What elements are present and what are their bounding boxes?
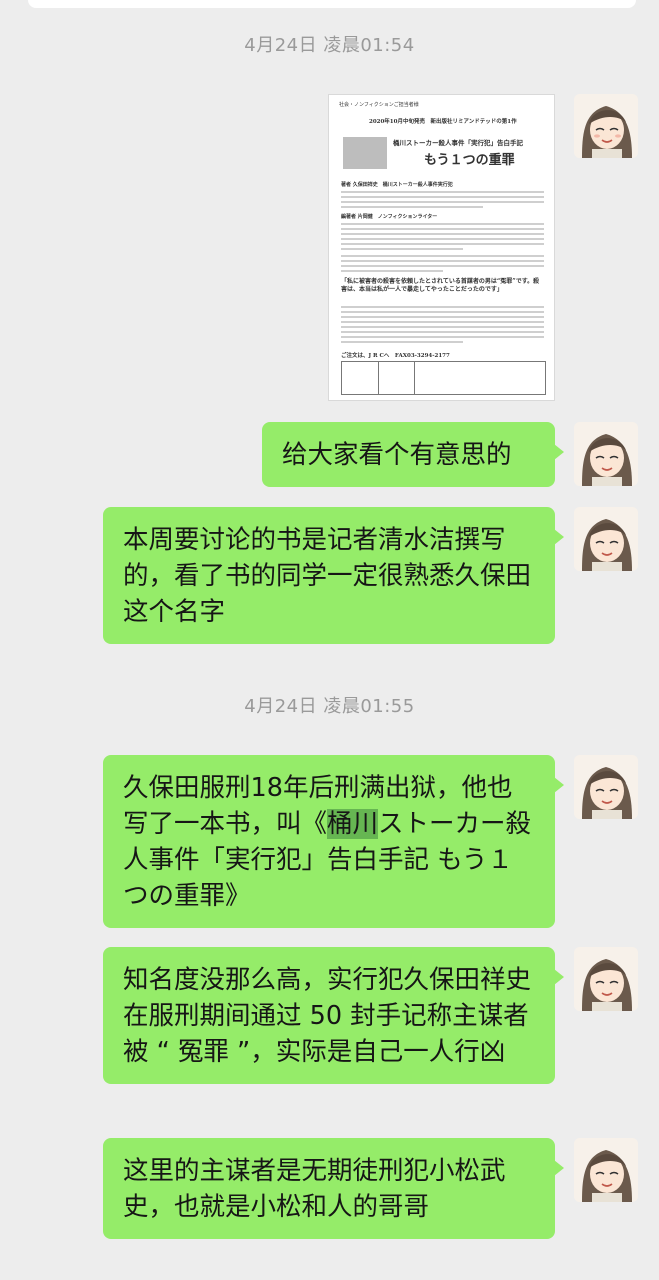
flyer-release: 2020年10月中旬発売 新出版社リミアンドテッドの第1作 [369, 119, 517, 125]
flyer-subtitle: 桶川ストーカー殺人事件「実行犯」告白手記 [393, 139, 523, 147]
previous-message-bubble[interactable] [28, 0, 636, 8]
flyer-editor: 編著者 片岡健 ノンフィクションライター [341, 214, 438, 220]
avatar[interactable] [574, 755, 638, 819]
avatar[interactable] [574, 1138, 638, 1202]
flyer-quote: 「私に被害者の殺害を依頼したとされている首謀者の男は“冤罪”です。殺害は、本当は… [341, 278, 540, 293]
flyer-order: ご注文は、J R Cへ FAX03-3294-2177 [341, 353, 450, 359]
timestamp: 4月24日 凌晨01:54 [244, 35, 415, 56]
user-avatar-icon [574, 755, 638, 819]
chat-message[interactable]: 知名度没那么高，实行犯久保田祥史在服刑期间通过 50 封手记称主谋者被 “ 冤罪… [103, 947, 564, 1084]
flyer-order-form [341, 361, 546, 395]
user-avatar-icon [574, 507, 638, 571]
user-avatar-icon [574, 947, 638, 1011]
flyer-title: もう１つの重罪 [424, 153, 515, 168]
chat-message[interactable]: 久保田服刑18年后刑满出狱，他也写了一本书，叫《桶川ストーカー殺人事件「実行犯」… [103, 755, 564, 928]
chat-message[interactable]: 本周要讨论的书是记者清水洁撰写的，看了书的同学一定很熟悉久保田这个名字 [103, 507, 564, 644]
chat-message[interactable]: 这里的主谋者是无期徒刑犯小松武史，也就是小松和人的哥哥 [103, 1138, 564, 1239]
timestamp: 4月24日 凌晨01:55 [244, 696, 415, 717]
user-avatar-icon [574, 422, 638, 486]
text-selection-highlight[interactable]: 桶川 [327, 809, 379, 839]
avatar[interactable] [574, 422, 638, 486]
user-avatar-icon [574, 94, 638, 158]
book-flyer-image[interactable]: 社会・ノンフィクションご担当者様 2020年10月中旬発売 新出版社リミアンドテ… [328, 94, 555, 401]
flyer-header: 社会・ノンフィクションご担当者様 [339, 102, 419, 108]
book-cover-thumbnail [343, 137, 387, 169]
user-avatar-icon [574, 1138, 638, 1202]
chat-message[interactable]: 给大家看个有意思的 [262, 422, 564, 487]
avatar[interactable] [574, 507, 638, 571]
flyer-author: 著者 久保田祥史 桶川ストーカー殺人事件実行犯 [341, 182, 453, 188]
avatar[interactable] [574, 94, 638, 158]
avatar[interactable] [574, 947, 638, 1011]
